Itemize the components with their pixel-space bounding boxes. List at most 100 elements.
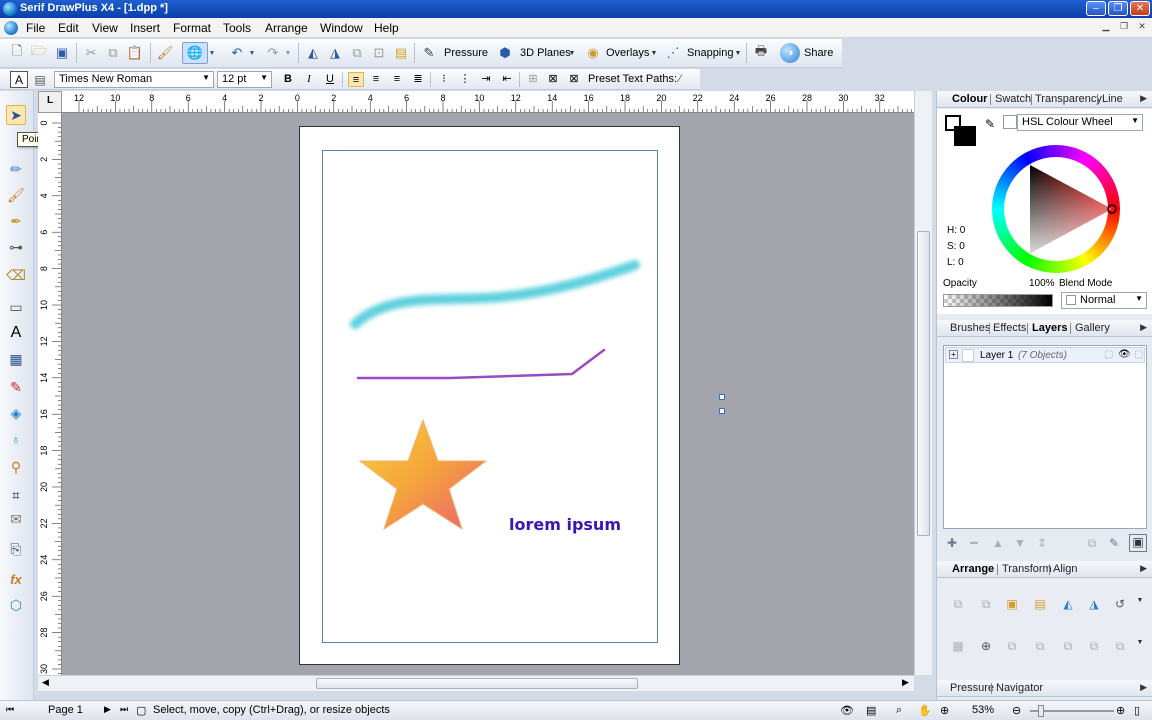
arrange-back-icon[interactable]: ⧉: [951, 597, 965, 611]
horizontal-scrollbar[interactable]: ◀ ▶: [38, 675, 914, 691]
italic-button[interactable]: I: [301, 72, 317, 87]
arrange-centre-icon[interactable]: ⊕: [979, 639, 993, 653]
blend-mode-dropdown-icon[interactable]: ▼: [1135, 294, 1143, 303]
web-mode-icon[interactable]: 🌐: [182, 42, 208, 64]
web-mode-dropdown-icon[interactable]: ▼: [208, 44, 216, 62]
doc-close-icon[interactable]: ✕: [1134, 21, 1150, 35]
blend-tool-icon[interactable]: ⎘: [6, 539, 26, 559]
3d-tool-icon[interactable]: ⬡: [6, 595, 26, 615]
pressure-button[interactable]: Pressure: [444, 47, 488, 59]
app-icon[interactable]: [3, 2, 17, 16]
overlays-icon[interactable]: ◉: [584, 44, 602, 62]
arrange-more-dropdown-icon[interactable]: ▼: [1133, 639, 1147, 653]
snapping-button[interactable]: Snapping: [687, 47, 734, 59]
arrange-rotate-dropdown-icon[interactable]: ▼: [1133, 597, 1147, 611]
menu-window[interactable]: Window: [320, 21, 363, 35]
arrange-backward-icon[interactable]: ⧉: [979, 597, 993, 611]
paste-icon[interactable]: 📋: [126, 44, 144, 62]
layers-list[interactable]: + Layer 1 (7 Objects) ▢ 👁 ▢: [943, 345, 1147, 529]
text-path-icon[interactable]: ⁄: [672, 72, 688, 87]
arrange-more-icon[interactable]: ⧉: [1113, 639, 1127, 653]
horizontal-ruler[interactable]: 12 10 8 6 4 2 0 2 4 6 8 10 12 14 16 18 20 22 24 26 28 30 32: [62, 91, 914, 113]
layer-print-icon[interactable]: ▢: [1134, 349, 1143, 360]
pressure-icon[interactable]: ✎: [420, 44, 438, 62]
page-view-icon[interactable]: ▤: [866, 704, 876, 717]
crop-tool-icon[interactable]: ⌗: [6, 485, 26, 505]
bullets-icon[interactable]: ⁝: [436, 72, 452, 87]
fill-colour-swatch[interactable]: [954, 126, 976, 146]
layer-row[interactable]: + Layer 1 (7 Objects) ▢ 👁 ▢: [945, 347, 1145, 363]
layer-visibility-icon[interactable]: 👁: [1118, 349, 1131, 360]
new-icon[interactable]: 🗋: [8, 43, 26, 62]
purple-line[interactable]: [356, 348, 606, 380]
arrange-forward-icon[interactable]: ▣: [1005, 597, 1019, 611]
tab-layers[interactable]: Layers: [1032, 322, 1067, 334]
horizontal-scroll-thumb[interactable]: [316, 678, 638, 689]
view-icon[interactable]: 👁: [840, 704, 854, 717]
menu-format[interactable]: Format: [173, 21, 211, 35]
connector-tool-icon[interactable]: ⊶: [6, 237, 26, 257]
tab-gallery[interactable]: Gallery: [1075, 322, 1110, 334]
arrange-rotate-icon[interactable]: ↺: [1113, 597, 1127, 611]
outdent-icon[interactable]: ⇤: [499, 72, 515, 87]
selection-handle-top[interactable]: [719, 394, 725, 400]
font-name-combo[interactable]: Times New Roman ▼: [54, 71, 214, 88]
minimize-button[interactable]: –: [1086, 1, 1106, 16]
eraser-tool-icon[interactable]: ⌫: [6, 265, 26, 285]
snapping-icon[interactable]: ⋰: [664, 44, 682, 62]
zoom-in-icon[interactable]: ⊕: [1116, 704, 1125, 717]
scroll-left-icon[interactable]: ◀: [42, 677, 49, 688]
close-button[interactable]: ✕: [1130, 1, 1150, 16]
numbering-icon[interactable]: ⋮: [457, 72, 473, 87]
undo-dropdown-icon[interactable]: ▼: [248, 44, 256, 62]
pen-tool-icon[interactable]: ✒: [6, 211, 26, 231]
drawing-canvas[interactable]: lorem ipsum: [62, 113, 914, 675]
arrange-front-icon[interactable]: ▤: [1033, 597, 1047, 611]
vertical-scrollbar[interactable]: [914, 91, 932, 675]
expand-layer-icon[interactable]: +: [949, 350, 958, 359]
fill-tool-icon[interactable]: ◈: [6, 403, 26, 423]
eyedropper-icon[interactable]: ✎: [985, 117, 995, 131]
pan-tool-icon[interactable]: ✋: [918, 704, 932, 717]
arrange-subtract-icon[interactable]: ⧉: [1061, 639, 1075, 653]
copy-icon[interactable]: ⧉: [104, 44, 122, 62]
next-page-icon[interactable]: ▶: [104, 704, 111, 715]
arrange-combine-icon[interactable]: ⧉: [1005, 639, 1019, 653]
frame-shrink-icon[interactable]: ⊠: [545, 72, 561, 87]
ruler-corner[interactable]: L: [38, 91, 62, 113]
arrange-flip-v-icon[interactable]: ◮: [1087, 597, 1101, 611]
flip-horizontal-icon[interactable]: ◭: [304, 44, 322, 62]
text-style-icon[interactable]: ▤: [31, 71, 49, 89]
merge-layer-icon[interactable]: ⇕: [1035, 536, 1049, 550]
format-painter-icon[interactable]: 🖌: [156, 44, 174, 62]
vertical-scroll-thumb[interactable]: [917, 231, 930, 536]
colour-panel-menu-icon[interactable]: ▶: [1140, 93, 1147, 104]
last-page-icon[interactable]: ⏭: [120, 704, 128, 715]
shape-tool-icon[interactable]: ▭: [6, 297, 26, 317]
zoom-level[interactable]: 53%: [972, 704, 994, 716]
hsl-colour-wheel[interactable]: [992, 145, 1120, 273]
brush-tool-icon[interactable]: 🖌: [6, 185, 26, 205]
tab-pressure[interactable]: Pressure: [950, 682, 994, 694]
layer-options-icon[interactable]: ⧉: [1085, 536, 1099, 550]
tab-transparency[interactable]: Transparency: [1035, 93, 1102, 105]
transparency-tool-icon[interactable]: ♁: [6, 429, 26, 449]
menu-file[interactable]: File: [26, 21, 45, 35]
stamp-tool-icon[interactable]: ⚲: [6, 457, 26, 477]
cyan-brush-stroke[interactable]: [350, 260, 640, 329]
flip-vertical-icon[interactable]: ◮: [326, 44, 344, 62]
first-page-icon[interactable]: ⏮: [6, 704, 14, 715]
tab-swatch[interactable]: Swatch: [995, 93, 1031, 105]
share-icon[interactable]: ◑: [780, 43, 800, 63]
doc-restore-icon[interactable]: ❐: [1116, 21, 1132, 35]
move-layer-up-icon[interactable]: ▲: [991, 536, 1005, 550]
snapping-dropdown-icon[interactable]: ▼: [734, 44, 742, 62]
fit-page-icon[interactable]: ▯: [1134, 704, 1140, 717]
justify-icon[interactable]: ≣: [410, 72, 426, 87]
tab-line[interactable]: Line: [1102, 93, 1123, 105]
tab-colour[interactable]: Colour: [952, 93, 987, 105]
menu-help[interactable]: Help: [374, 21, 399, 35]
tab-brushes[interactable]: Brushes: [950, 322, 990, 334]
layers-panel-menu-icon[interactable]: ▶: [1140, 322, 1147, 333]
layer-properties-icon[interactable]: ✎: [1107, 536, 1121, 550]
